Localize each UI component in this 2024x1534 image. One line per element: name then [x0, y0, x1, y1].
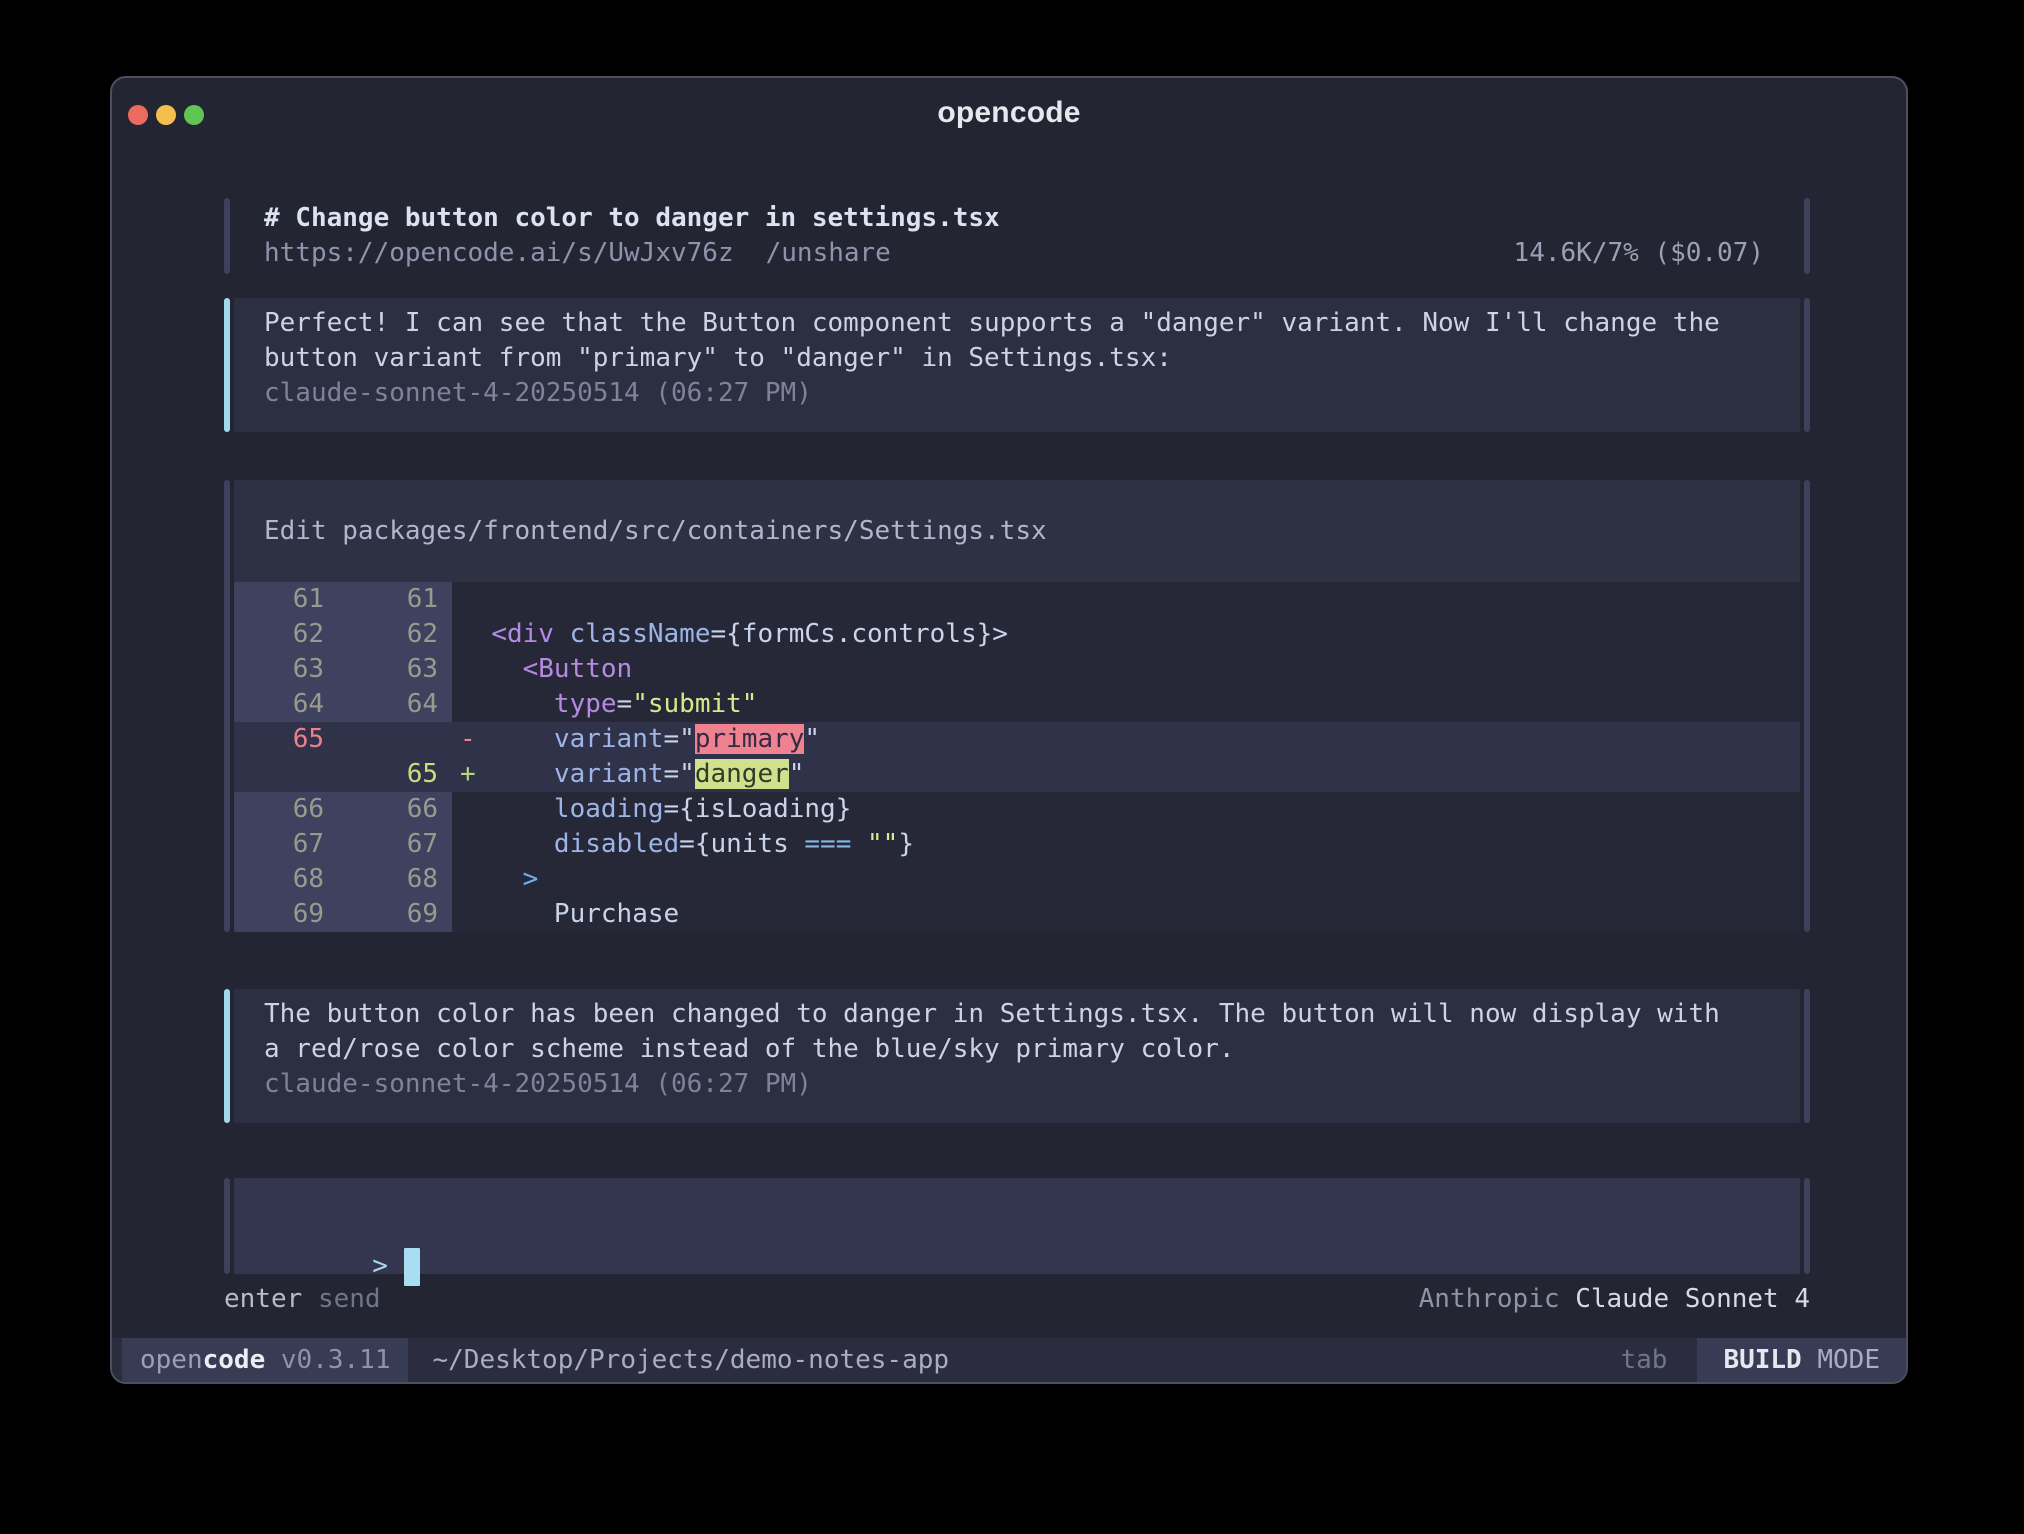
- message-text: a red/rose color scheme instead of the b…: [264, 1032, 1764, 1067]
- message-accent-bar: [224, 298, 230, 432]
- status-bar: opencode v0.3.11 ~/Desktop/Projects/demo…: [112, 1338, 1906, 1382]
- provider-label: Anthropic: [1419, 1284, 1576, 1314]
- new-line-number: [338, 722, 452, 757]
- old-line-number: 63: [234, 652, 338, 687]
- model-label: Claude Sonnet 4: [1575, 1284, 1810, 1314]
- assistant-message: The button color has been changed to dan…: [224, 989, 1810, 1123]
- diff-code-line: <Button: [452, 652, 632, 687]
- message-meta: claude-sonnet-4-20250514 (06:27 PM): [264, 1067, 1764, 1102]
- new-line-number: 64: [338, 687, 452, 722]
- header-right-border: [1804, 198, 1810, 274]
- diff-row: 65+ variant="danger": [234, 757, 1800, 792]
- old-line-number: 64: [234, 687, 338, 722]
- unshare-command[interactable]: /unshare: [766, 238, 891, 268]
- context-stats: 14.6K/7% ($0.07): [1514, 236, 1764, 271]
- app-version-segment: opencode v0.3.11: [122, 1338, 408, 1382]
- send-action-label: send: [318, 1284, 381, 1314]
- input-left-border: [224, 1178, 230, 1274]
- diff-code-line: <div className={formCs.controls}>: [452, 617, 1008, 652]
- diff-row: 6262 <div className={formCs.controls}>: [234, 617, 1800, 652]
- diff-row: 65 - variant="primary": [234, 722, 1800, 757]
- new-line-number: 69: [338, 897, 452, 932]
- share-url-group: https://opencode.ai/s/UwJxv76z/unshare: [264, 236, 891, 271]
- new-line-number: 67: [338, 827, 452, 862]
- old-line-number: 65: [234, 722, 338, 757]
- new-line-number: 66: [338, 792, 452, 827]
- message-text: The button color has been changed to dan…: [264, 997, 1764, 1032]
- edit-tool-header: Edit packages/frontend/src/containers/Se…: [234, 480, 1800, 582]
- edit-right-border: [1804, 480, 1810, 932]
- diff-code-line: >: [452, 862, 538, 897]
- diff-row: 6161: [234, 582, 1800, 617]
- send-hint-label: [302, 1284, 318, 1314]
- prompt-input-block: >: [224, 1178, 1810, 1274]
- assistant-message: Perfect! I can see that the Button compo…: [224, 298, 1810, 432]
- header-left-border: [224, 198, 230, 274]
- session-header: # Change button color to danger in setti…: [224, 198, 1810, 274]
- message-right-border: [1804, 989, 1810, 1123]
- diff-code-line: loading={isLoading}: [452, 792, 851, 827]
- message-right-border: [1804, 298, 1810, 432]
- text-cursor: [404, 1248, 420, 1286]
- working-directory: ~/Desktop/Projects/demo-notes-app: [432, 1338, 949, 1382]
- edit-tool-block: Edit packages/frontend/src/containers/Se…: [224, 480, 1810, 932]
- diff-code-line: - variant="primary": [452, 722, 820, 757]
- new-line-number: 63: [338, 652, 452, 687]
- title-bar: opencode: [112, 78, 1906, 140]
- new-line-number: 61: [338, 582, 452, 617]
- app-version: v0.3.11: [265, 1345, 390, 1375]
- old-line-number: 66: [234, 792, 338, 827]
- diff-row: 6868 >: [234, 862, 1800, 897]
- old-line-number: 69: [234, 897, 338, 932]
- message-text: button variant from "primary" to "danger…: [264, 341, 1764, 376]
- tab-key-hint: tab: [1620, 1338, 1667, 1382]
- input-right-border: [1804, 1178, 1810, 1274]
- diff-row: 6969 Purchase: [234, 897, 1800, 932]
- diff-code-line: disabled={units === ""}: [452, 827, 914, 862]
- message-meta: claude-sonnet-4-20250514 (06:27 PM): [264, 376, 1764, 411]
- diff-code-line: [452, 582, 460, 617]
- enter-key-hint: enter: [224, 1284, 302, 1314]
- diff-code-line: Purchase: [452, 897, 679, 932]
- edit-left-border: [224, 480, 230, 932]
- diff-row: 6363 <Button: [234, 652, 1800, 687]
- message-text: Perfect! I can see that the Button compo…: [264, 306, 1764, 341]
- old-line-number: 61: [234, 582, 338, 617]
- diff-code-line: + variant="danger": [452, 757, 804, 792]
- message-accent-bar: [224, 989, 230, 1123]
- session-title: # Change button color to danger in setti…: [264, 201, 1764, 236]
- opencode-window: opencode # Change button color to danger…: [110, 76, 1908, 1384]
- share-url[interactable]: https://opencode.ai/s/UwJxv76z: [264, 238, 734, 268]
- build-mode-badge[interactable]: BUILD MODE: [1697, 1338, 1906, 1382]
- diff-row: 6666 loading={isLoading}: [234, 792, 1800, 827]
- new-line-number: 65: [338, 757, 452, 792]
- old-line-number: [234, 757, 338, 792]
- diff-rows: 61616262 <div className={formCs.controls…: [234, 582, 1800, 932]
- new-line-number: 68: [338, 862, 452, 897]
- old-line-number: 67: [234, 827, 338, 862]
- window-title: opencode: [112, 96, 1906, 130]
- app-name: open: [140, 1345, 203, 1375]
- footer-hints: enter send Anthropic Claude Sonnet 4: [224, 1284, 1810, 1314]
- new-line-number: 62: [338, 617, 452, 652]
- old-line-number: 62: [234, 617, 338, 652]
- prompt-symbol: >: [372, 1251, 388, 1281]
- prompt-input[interactable]: >: [234, 1178, 1800, 1274]
- old-line-number: 68: [234, 862, 338, 897]
- diff-row: 6767 disabled={units === ""}: [234, 827, 1800, 862]
- diff-code-line: type="submit": [452, 687, 757, 722]
- diff-row: 6464 type="submit": [234, 687, 1800, 722]
